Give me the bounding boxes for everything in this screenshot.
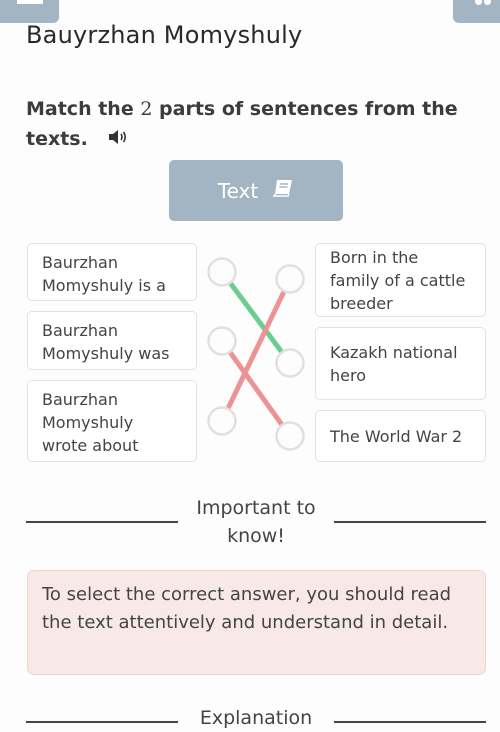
right-connector-node-1[interactable] bbox=[275, 264, 305, 294]
important-heading: Important to know! bbox=[196, 497, 316, 547]
left-connector-node-3[interactable] bbox=[207, 406, 237, 436]
right-connector-node-2[interactable] bbox=[275, 348, 305, 378]
explanation-heading[interactable]: Explanation bbox=[180, 704, 332, 732]
divider-line-right bbox=[334, 521, 486, 523]
important-info-box: To select the correct answer, you should… bbox=[27, 570, 486, 675]
left-connector-node-1[interactable] bbox=[207, 257, 237, 287]
important-text: To select the correct answer, you should… bbox=[42, 584, 452, 633]
left-connector-node-2[interactable] bbox=[207, 326, 237, 356]
connection-line-correct bbox=[227, 280, 285, 355]
divider-line-left bbox=[26, 721, 178, 723]
divider-line-right bbox=[334, 721, 486, 723]
right-connector-node-3[interactable] bbox=[275, 421, 305, 451]
divider-line-left bbox=[26, 521, 178, 523]
